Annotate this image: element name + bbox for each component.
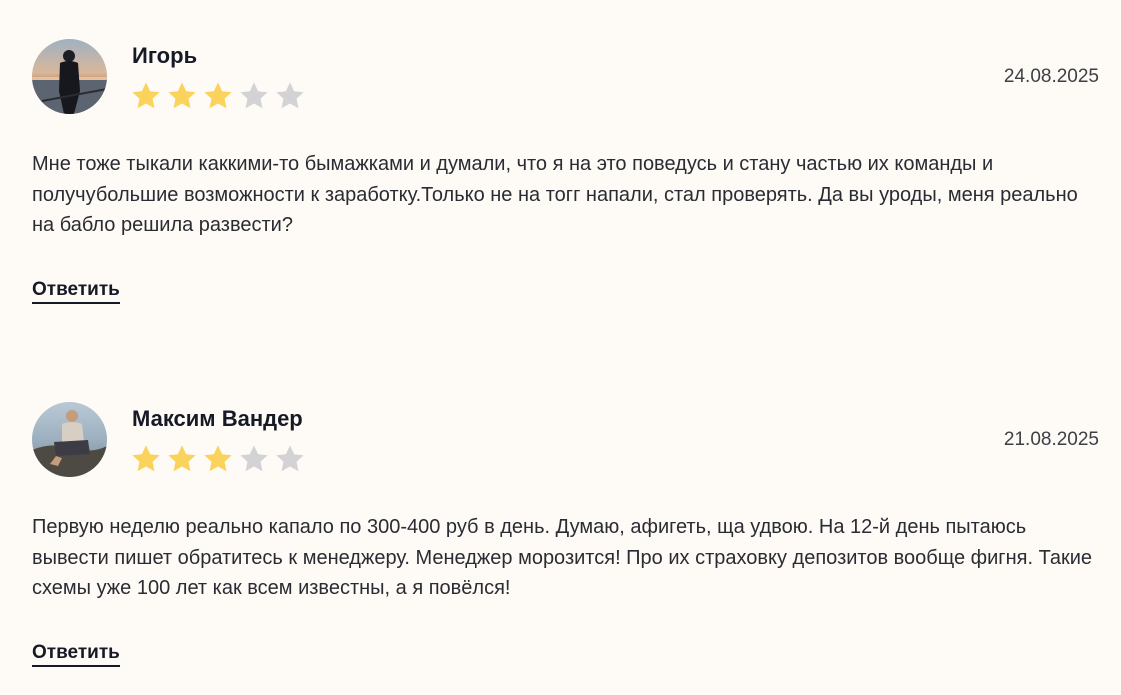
review-date: 24.08.2025 [1003, 66, 1099, 87]
avatar[interactable] [32, 39, 107, 114]
star-icon [204, 445, 232, 472]
rating-stars [130, 80, 306, 112]
author-name: Игорь [132, 43, 198, 68]
review-text: Мне тоже тыкали каккими-то бымажками и д… [32, 153, 1078, 236]
author-name: Максим Вандер [132, 406, 303, 431]
avatar[interactable] [32, 402, 107, 477]
reply-button[interactable]: Ответить [32, 642, 120, 667]
reply-button[interactable]: Ответить [32, 279, 120, 304]
review-text: Первую неделю реально капало по 300-400 … [32, 516, 1093, 599]
review-date: 21.08.2025 [1003, 429, 1099, 450]
star-icon [276, 445, 304, 472]
star-icon [240, 82, 268, 109]
star-icon [240, 445, 268, 472]
star-icon [168, 445, 196, 472]
star-icon [132, 82, 160, 109]
rating-stars [130, 443, 306, 475]
star-icon [204, 82, 232, 109]
star-icon [276, 82, 304, 109]
star-icon [168, 82, 196, 109]
star-icon [132, 445, 160, 472]
